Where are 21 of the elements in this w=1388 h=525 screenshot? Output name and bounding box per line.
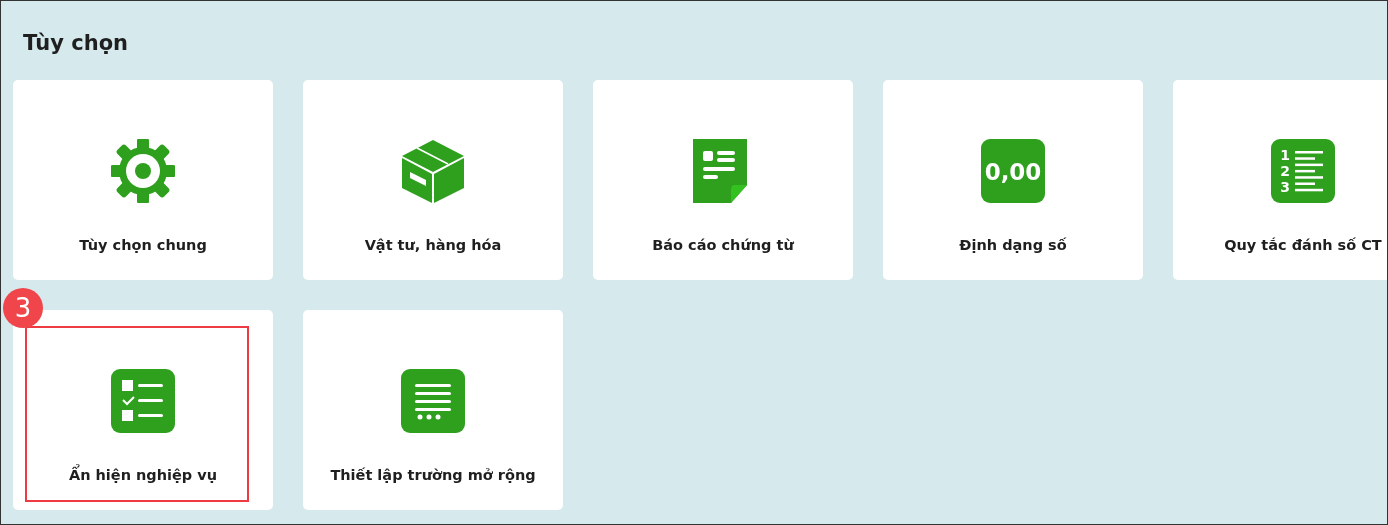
option-card[interactable]: Vật tư, hàng hóa [303,80,563,280]
card-label: Ẩn hiện nghiệp vụ [68,465,218,485]
card-label: Định dạng số [959,236,1067,255]
page-title: Tùy chọn [23,30,129,57]
option-card[interactable]: 0,00 Định dạng số [883,80,1143,280]
step-badge: 3 [3,288,43,328]
card-label: Báo cáo chứng từ [652,236,794,255]
box-icon [401,139,465,203]
card-label: Quy tắc đánh số CT [1224,236,1382,255]
option-card[interactable]: Thiết lập trường mở rộng [303,310,563,510]
card-label: Thiết lập trường mở rộng [330,466,536,485]
number-format-icon: 0,00 [981,139,1045,203]
option-card[interactable]: Báo cáo chứng từ [593,80,853,280]
option-card[interactable]: 1 2 3 Quy tắc đánh số CT [1173,80,1387,280]
card-label: Tùy chọn chung [79,236,207,255]
text-lines-icon [401,369,465,433]
checklist-icon [111,369,175,433]
option-card[interactable]: Tùy chọn chung [13,80,273,280]
gear-icon [111,139,175,203]
card-label: Vật tư, hàng hóa [364,236,502,255]
numbered-list-icon: 1 2 3 [1271,139,1335,203]
